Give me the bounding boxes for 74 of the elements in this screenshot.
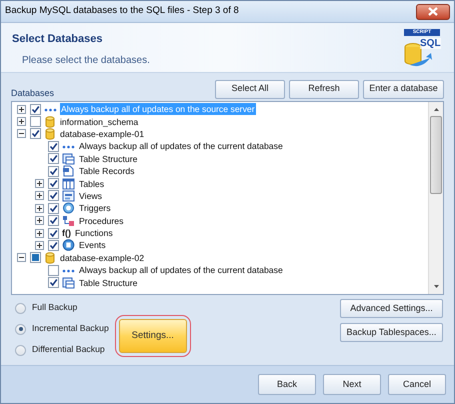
logo-text: SQL xyxy=(420,38,441,49)
expand-icon[interactable] xyxy=(35,204,44,213)
toolbar-button[interactable]: Refresh xyxy=(289,80,359,98)
page-title: Select Databases xyxy=(12,32,104,47)
view-icon xyxy=(62,190,75,202)
database-icon xyxy=(44,252,56,264)
section-label: Databases xyxy=(11,87,54,100)
tree-item[interactable]: Table Records xyxy=(78,165,136,178)
radio-button[interactable] xyxy=(15,324,26,334)
back-button[interactable]: Back xyxy=(258,374,316,395)
document-icon xyxy=(62,165,75,178)
tree-item[interactable]: Views xyxy=(78,190,104,202)
page-subtitle: Please select the databases. xyxy=(21,54,150,68)
tree-item[interactable]: Table Structure xyxy=(78,152,138,165)
tree-item[interactable]: Functions xyxy=(74,227,114,240)
checkbox[interactable] xyxy=(48,178,59,190)
tree-item[interactable]: Procedures xyxy=(78,214,124,227)
radio-label: Full Backup xyxy=(32,301,78,314)
checkbox[interactable] xyxy=(48,166,59,177)
checkbox[interactable] xyxy=(48,140,59,152)
checkbox[interactable] xyxy=(48,153,59,164)
database-tree[interactable] xyxy=(11,101,444,295)
checkbox[interactable] xyxy=(30,116,41,128)
checkbox[interactable] xyxy=(48,240,59,251)
tree-item[interactable]: Table Structure xyxy=(78,276,138,289)
close-button[interactable] xyxy=(416,4,450,20)
scroll-thumb[interactable] xyxy=(430,116,442,194)
settings-button[interactable]: Settings... xyxy=(118,319,187,353)
flowchart-icon xyxy=(62,214,75,227)
settings-button[interactable]: Advanced Settings... xyxy=(340,299,443,318)
expand-icon[interactable] xyxy=(35,240,44,250)
collapse-icon[interactable] xyxy=(17,253,26,262)
checkbox[interactable] xyxy=(30,128,41,140)
settings-button[interactable]: Backup Tablespaces... xyxy=(340,323,443,342)
expand-icon[interactable] xyxy=(35,228,44,238)
table-icon xyxy=(62,178,75,190)
table-structure-icon xyxy=(62,276,75,289)
collapse-icon[interactable] xyxy=(17,129,26,138)
function-glyph: f() xyxy=(62,228,71,238)
tree-item[interactable]: Tables xyxy=(78,178,106,190)
tree-item[interactable]: database-example-01 xyxy=(59,128,146,140)
tree-item[interactable]: Always backup all of updates of the current database xyxy=(78,140,284,152)
expand-icon[interactable] xyxy=(35,191,44,200)
window-title: Backup MySQL databases to the SQL files - Step 3 of 8 xyxy=(5,4,239,18)
circle-icon xyxy=(62,202,75,214)
tree-item[interactable]: information_schema xyxy=(59,116,140,128)
cancel-button[interactable]: Cancel xyxy=(388,374,446,395)
radio-label: Incremental Backup xyxy=(32,322,109,336)
tree-item[interactable]: Triggers xyxy=(78,202,112,214)
checkbox[interactable] xyxy=(48,228,59,239)
database-icon xyxy=(44,116,56,128)
toolbar-button[interactable]: Select All xyxy=(215,80,285,98)
checkbox[interactable] xyxy=(48,202,59,214)
scrollbar[interactable] xyxy=(428,102,443,294)
checkbox[interactable] xyxy=(48,190,59,202)
tree-item[interactable]: database-example-02 xyxy=(59,252,146,264)
radio-button[interactable] xyxy=(15,302,26,314)
tree-item[interactable]: Events xyxy=(78,239,107,252)
close-icon xyxy=(428,7,438,16)
database-icon xyxy=(44,128,56,140)
checkbox[interactable] xyxy=(48,277,59,288)
checkbox[interactable] xyxy=(48,264,59,276)
table-structure-icon xyxy=(62,152,75,165)
checkbox[interactable] xyxy=(30,104,41,115)
radio-label: Differential Backup xyxy=(32,343,105,356)
toolbar-button[interactable]: Enter a database xyxy=(363,80,444,98)
expand-icon[interactable] xyxy=(35,216,44,226)
checkbox[interactable] xyxy=(48,215,59,226)
expand-icon[interactable] xyxy=(17,117,26,126)
next-button[interactable]: Next xyxy=(323,374,381,395)
expand-icon[interactable] xyxy=(35,179,44,188)
expand-icon[interactable] xyxy=(17,104,26,114)
radio-button[interactable] xyxy=(15,344,26,356)
tree-item[interactable]: Always backup all of updates of the current database xyxy=(78,264,284,276)
